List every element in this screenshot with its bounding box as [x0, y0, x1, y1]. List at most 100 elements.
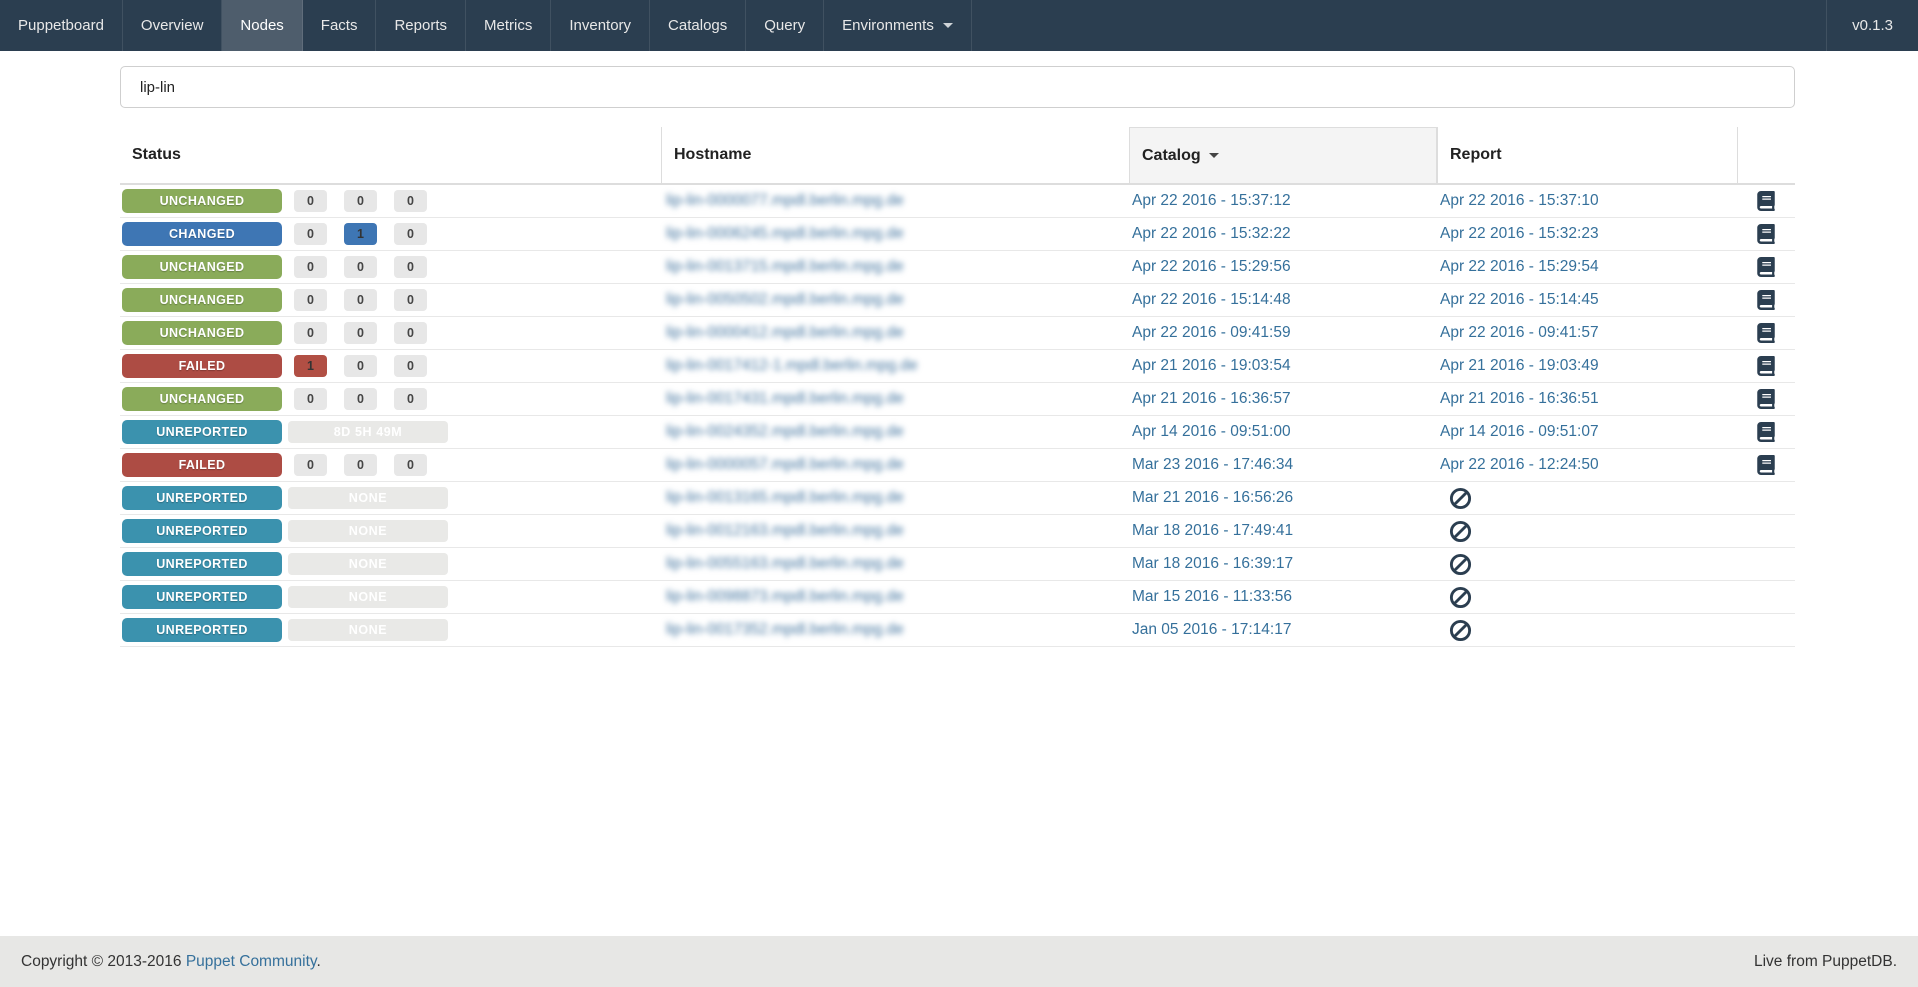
- report-log-book-icon[interactable]: [1757, 455, 1775, 475]
- navbar-brand[interactable]: Puppetboard: [0, 0, 123, 51]
- catalog-timestamp-link[interactable]: Apr 21 2016 - 19:03:54: [1132, 357, 1291, 375]
- report-timestamp-link[interactable]: Apr 14 2016 - 09:51:07: [1440, 423, 1599, 441]
- nav-tab-inventory[interactable]: Inventory: [551, 0, 651, 51]
- nav-tab-nodes[interactable]: Nodes: [222, 0, 303, 51]
- report-timestamp-link[interactable]: Apr 22 2016 - 12:24:50: [1440, 456, 1599, 474]
- actions-cell: [1737, 581, 1795, 613]
- environments-dropdown[interactable]: Environments: [824, 0, 972, 51]
- catalog-timestamp-link[interactable]: Apr 22 2016 - 09:41:59: [1132, 324, 1291, 342]
- status-cell: UNREPORTED NONE: [120, 515, 661, 547]
- hostname-link-redacted[interactable]: lip-lin-0050502.mpdl.berlin.mpg.de: [666, 291, 904, 309]
- status-badge: UNCHANGED: [122, 387, 282, 411]
- page-footer: Copyright © 2013-2016 Puppet Community. …: [0, 936, 1918, 987]
- catalog-timestamp-link[interactable]: Apr 21 2016 - 16:36:57: [1132, 390, 1291, 408]
- report-log-book-icon[interactable]: [1757, 422, 1775, 442]
- hostname-link-redacted[interactable]: lip-lin-0017412-1.mpdl.berlin.mpg.de: [666, 357, 918, 375]
- report-log-book-icon[interactable]: [1757, 224, 1775, 244]
- hostname-link-redacted[interactable]: lip-lin-0012163.mpdl.berlin.mpg.de: [666, 522, 904, 540]
- status-badge: UNREPORTED: [122, 420, 282, 444]
- hostname-link-redacted[interactable]: lip-lin-0024352.mpdl.berlin.mpg.de: [666, 423, 904, 441]
- actions-cell: [1737, 251, 1795, 283]
- hostname-link-redacted[interactable]: lip-lin-0013165.mpdl.berlin.mpg.de: [666, 489, 904, 507]
- version-label: v0.1.3: [1826, 0, 1918, 51]
- event-count-badge: 0: [344, 289, 377, 311]
- catalog-header-label: Catalog: [1142, 146, 1201, 164]
- report-log-book-icon[interactable]: [1757, 389, 1775, 409]
- hostname-cell: lip-lin-0050502.mpdl.berlin.mpg.de: [661, 284, 1129, 316]
- hostname-cell: lip-lin-0055163.mpdl.berlin.mpg.de: [661, 548, 1129, 580]
- puppet-community-link[interactable]: Puppet Community: [186, 953, 317, 970]
- actions-cell: [1737, 614, 1795, 646]
- report-age-badge: NONE: [288, 520, 448, 542]
- catalog-cell: Apr 21 2016 - 19:03:54: [1129, 350, 1437, 382]
- nav-tab-catalogs[interactable]: Catalogs: [650, 0, 747, 51]
- report-timestamp-link[interactable]: Apr 22 2016 - 15:37:10: [1440, 192, 1599, 210]
- report-log-book-icon[interactable]: [1757, 323, 1775, 343]
- catalog-timestamp-link[interactable]: Mar 21 2016 - 16:56:26: [1132, 489, 1293, 507]
- catalog-timestamp-link[interactable]: Apr 22 2016 - 15:29:56: [1132, 258, 1291, 276]
- column-header-hostname[interactable]: Hostname: [661, 127, 1129, 183]
- column-header-report[interactable]: Report: [1437, 127, 1737, 183]
- actions-cell: [1737, 416, 1795, 448]
- report-log-book-icon[interactable]: [1757, 191, 1775, 211]
- hostname-cell: lip-lin-0017431.mpdl.berlin.mpg.de: [661, 383, 1129, 415]
- hostname-link-redacted[interactable]: lip-lin-0000057.mpdl.berlin.mpg.de: [666, 456, 904, 474]
- catalog-timestamp-link[interactable]: Mar 18 2016 - 17:49:41: [1132, 522, 1293, 540]
- report-timestamp-link[interactable]: Apr 22 2016 - 15:29:54: [1440, 258, 1599, 276]
- report-log-book-icon[interactable]: [1757, 257, 1775, 277]
- status-badge: UNREPORTED: [122, 519, 282, 543]
- node-search-input[interactable]: [120, 66, 1795, 108]
- search-wrapper: [120, 66, 1795, 108]
- status-badge: UNREPORTED: [122, 486, 282, 510]
- no-report-ban-icon: [1449, 487, 1472, 510]
- status-cell: FAILED 0 0 0: [120, 449, 661, 481]
- hostname-link-redacted[interactable]: lip-lin-0000412.mpdl.berlin.mpg.de: [666, 324, 904, 342]
- report-log-book-icon[interactable]: [1757, 290, 1775, 310]
- nav-tab-overview[interactable]: Overview: [123, 0, 223, 51]
- event-count-badge: 1: [344, 223, 377, 245]
- report-age-badge: 8D 5H 49M: [288, 421, 448, 443]
- catalog-timestamp-link[interactable]: Mar 18 2016 - 16:39:17: [1132, 555, 1293, 573]
- report-timestamp-link[interactable]: Apr 22 2016 - 15:14:45: [1440, 291, 1599, 309]
- catalog-timestamp-link[interactable]: Apr 14 2016 - 09:51:00: [1132, 423, 1291, 441]
- report-timestamp-link[interactable]: Apr 22 2016 - 15:32:23: [1440, 225, 1599, 243]
- copyright-text: Copyright © 2013-2016 Puppet Community.: [21, 953, 321, 971]
- hostname-link-redacted[interactable]: lip-lin-0006245.mpdl.berlin.mpg.de: [666, 225, 904, 243]
- report-timestamp-link[interactable]: Apr 21 2016 - 19:03:49: [1440, 357, 1599, 375]
- hostname-link-redacted[interactable]: lip-lin-0098873.mpdl.berlin.mpg.de: [666, 588, 904, 606]
- catalog-timestamp-link[interactable]: Apr 22 2016 - 15:32:22: [1132, 225, 1291, 243]
- catalog-timestamp-link[interactable]: Mar 15 2016 - 11:33:56: [1132, 588, 1292, 606]
- hostname-cell: lip-lin-0012163.mpdl.berlin.mpg.de: [661, 515, 1129, 547]
- hostname-link-redacted[interactable]: lip-lin-0017431.mpdl.berlin.mpg.de: [666, 390, 904, 408]
- nodes-table: Status Hostname Catalog Report UNCHANGED…: [120, 127, 1795, 647]
- table-row: FAILED 1 0 0 lip-lin-0017412-1.mpdl.berlin.m…: [120, 350, 1795, 383]
- event-count-badge: 0: [344, 388, 377, 410]
- catalog-cell: Jan 05 2016 - 17:14:17: [1129, 614, 1437, 646]
- hostname-link-redacted[interactable]: lip-lin-0017352.mpdl.berlin.mpg.de: [666, 621, 904, 639]
- column-header-status[interactable]: Status: [120, 127, 661, 183]
- table-row: UNREPORTED NONE lip-lin-0098873.mpdl.berli…: [120, 581, 1795, 614]
- report-log-book-icon[interactable]: [1757, 356, 1775, 376]
- column-header-catalog-sorted[interactable]: Catalog: [1129, 127, 1437, 183]
- hostname-link-redacted[interactable]: lip-lin-0013715.mpdl.berlin.mpg.de: [666, 258, 904, 276]
- nav-tab-facts[interactable]: Facts: [303, 0, 377, 51]
- report-timestamp-link[interactable]: Apr 21 2016 - 16:36:51: [1440, 390, 1599, 408]
- hostname-cell: lip-lin-0006245.mpdl.berlin.mpg.de: [661, 218, 1129, 250]
- catalog-timestamp-link[interactable]: Mar 23 2016 - 17:46:34: [1132, 456, 1293, 474]
- hostname-link-redacted[interactable]: lip-lin-0055163.mpdl.berlin.mpg.de: [666, 555, 904, 573]
- hostname-link-redacted[interactable]: lip-lin-0000077.mpdl.berlin.mpg.de: [666, 192, 904, 210]
- catalog-cell: Apr 21 2016 - 16:36:57: [1129, 383, 1437, 415]
- nav-tab-query[interactable]: Query: [746, 0, 825, 51]
- status-badge: UNREPORTED: [122, 618, 282, 642]
- catalog-timestamp-link[interactable]: Apr 22 2016 - 15:37:12: [1132, 192, 1291, 210]
- copyright-suffix: .: [316, 952, 321, 970]
- hostname-cell: lip-lin-0000057.mpdl.berlin.mpg.de: [661, 449, 1129, 481]
- catalog-timestamp-link[interactable]: Jan 05 2016 - 17:14:17: [1132, 621, 1291, 639]
- catalog-timestamp-link[interactable]: Apr 22 2016 - 15:14:48: [1132, 291, 1291, 309]
- event-count-badge: 0: [394, 289, 427, 311]
- nav-tab-metrics[interactable]: Metrics: [466, 0, 552, 51]
- status-badge: UNCHANGED: [122, 321, 282, 345]
- report-timestamp-link[interactable]: Apr 22 2016 - 09:41:57: [1440, 324, 1599, 342]
- event-count-badge: 0: [394, 223, 427, 245]
- nav-tab-reports[interactable]: Reports: [376, 0, 466, 51]
